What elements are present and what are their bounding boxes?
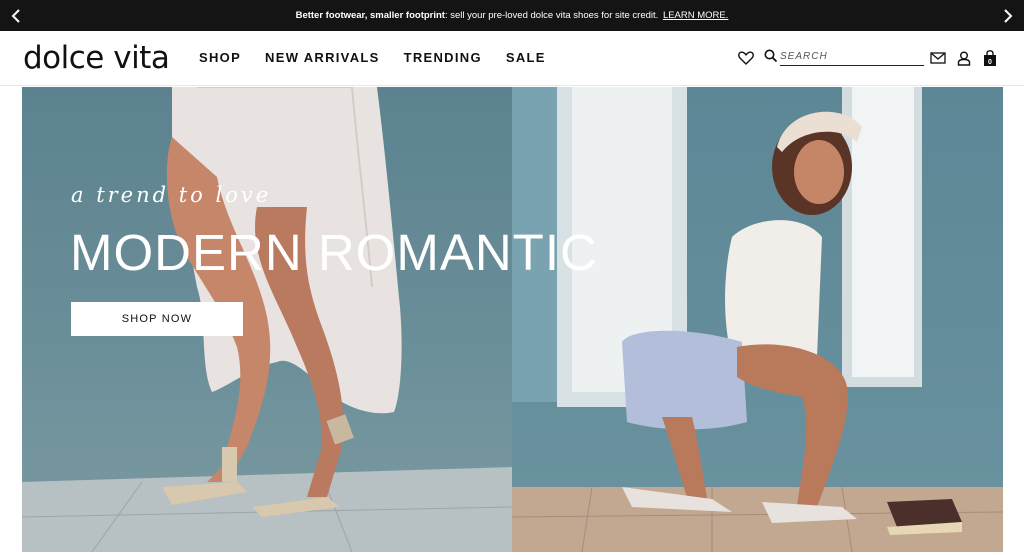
site-header: dolce vita SHOP NEW ARRIVALS TRENDING SA… — [0, 31, 1024, 86]
announcement-bar: Better footwear, smaller footprint: sell… — [0, 0, 1024, 31]
chevron-left-icon[interactable] — [6, 6, 26, 26]
user-icon[interactable] — [954, 48, 974, 68]
announcement-text: : sell your pre-loved dolce vita shoes f… — [444, 10, 659, 21]
brand-logo[interactable]: dolce vita — [23, 40, 170, 76]
main-nav: SHOP NEW ARRIVALS TRENDING SALE — [199, 50, 546, 65]
learn-more-link[interactable]: LEARN MORE. — [663, 10, 728, 21]
hero-headline: MODERN ROMANTIC — [70, 224, 598, 281]
search-icon[interactable] — [764, 49, 778, 63]
hero-photo-right — [511, 87, 1003, 552]
hero-banner[interactable]: a trend to love MODERN ROMANTIC SHOP NOW — [22, 87, 1003, 552]
nav-shop[interactable]: SHOP — [199, 50, 241, 65]
search-input[interactable] — [780, 47, 924, 66]
nav-new-arrivals[interactable]: NEW ARRIVALS — [265, 50, 380, 65]
shop-now-button[interactable]: SHOP NOW — [71, 302, 243, 336]
heart-icon[interactable] — [736, 48, 756, 68]
bag-icon[interactable]: 0 — [980, 48, 1000, 68]
nav-trending[interactable]: TRENDING — [404, 50, 482, 65]
cart-count: 0 — [988, 59, 992, 66]
mail-icon[interactable] — [928, 48, 948, 68]
chevron-right-icon[interactable] — [998, 6, 1018, 26]
search-box — [764, 47, 924, 67]
nav-sale[interactable]: SALE — [506, 50, 546, 65]
announcement-bold: Better footwear, smaller footprint — [295, 10, 445, 21]
announcement-message: Better footwear, smaller footprint: sell… — [296, 10, 729, 21]
hero-image-right — [511, 87, 1003, 552]
hero-tagline: a trend to love — [71, 183, 272, 207]
